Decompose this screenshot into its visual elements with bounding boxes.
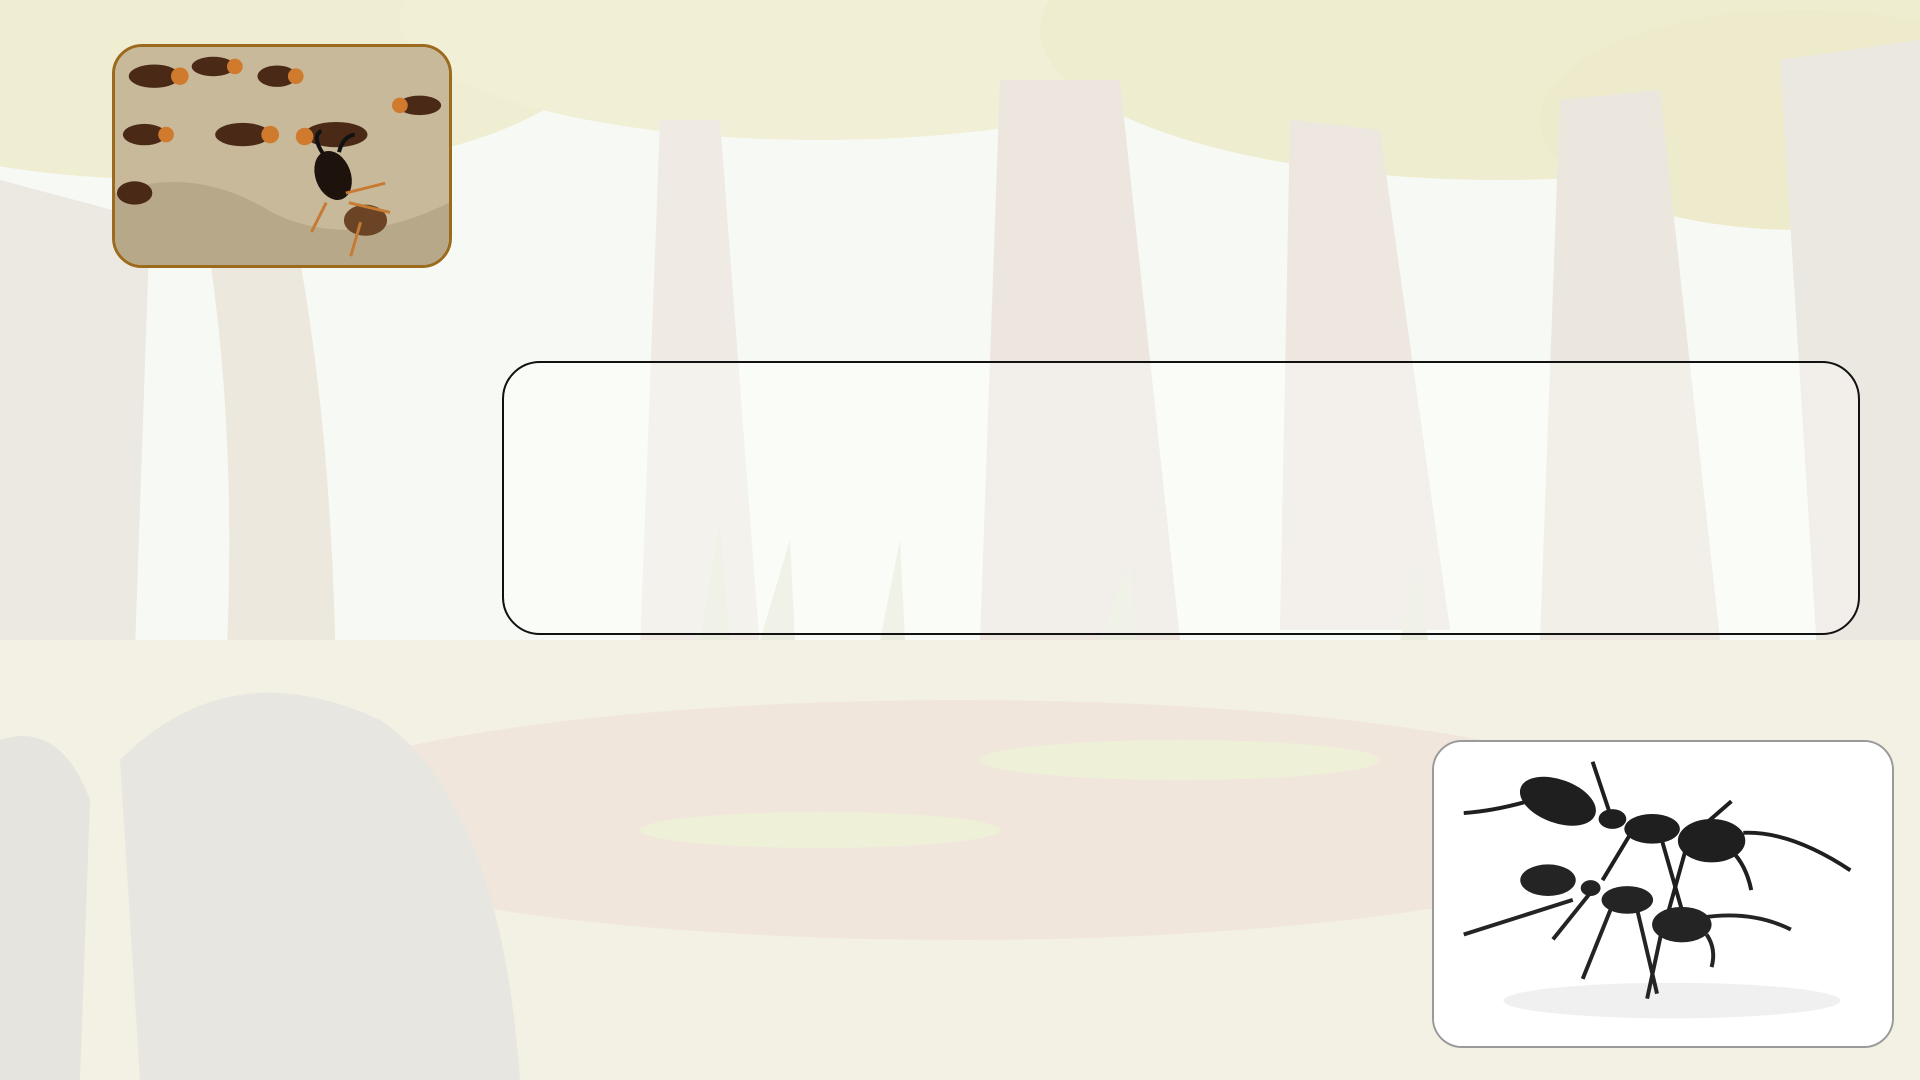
text-box <box>502 361 1860 635</box>
slide <box>0 0 1920 1080</box>
termites-icon <box>115 47 449 265</box>
ants-photo <box>1432 740 1894 1048</box>
termites-photo <box>112 44 452 268</box>
ants-icon <box>1434 742 1892 1046</box>
